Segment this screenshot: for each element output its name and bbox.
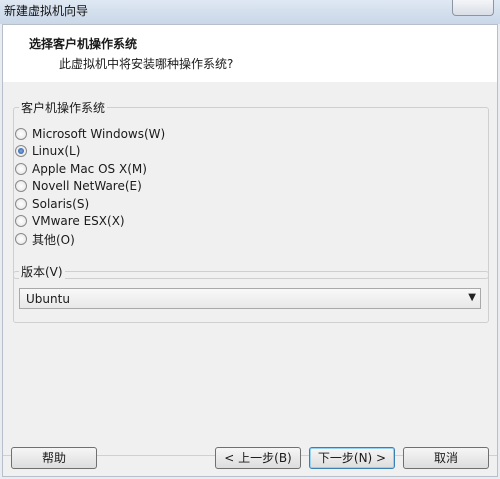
radio-icon	[15, 128, 27, 140]
os-option-radio[interactable]: VMware ESX(X)	[15, 212, 125, 230]
os-option-radio[interactable]: 其他(O)	[15, 230, 75, 248]
header-divider	[3, 81, 497, 82]
help-button[interactable]: 帮助	[11, 447, 97, 469]
os-option-label: Solaris(S)	[32, 197, 90, 211]
os-option-label: VMware ESX(X)	[32, 214, 125, 228]
version-select[interactable]: Ubuntu ▼	[19, 288, 481, 309]
radio-icon	[15, 233, 27, 245]
wizard-body: 选择客户机操作系统 此虚拟机中将安装哪种操作系统? 客户机操作系统 Micros…	[2, 24, 498, 477]
os-option-radio[interactable]: Linux(L)	[15, 142, 80, 160]
os-option-radio[interactable]: Apple Mac OS X(M)	[15, 160, 147, 178]
os-option-label: Microsoft Windows(W)	[32, 127, 166, 141]
window-title: 新建虚拟机向导	[4, 4, 89, 18]
version-select-value: Ubuntu	[26, 292, 70, 306]
page-title: 选择客户机操作系统	[29, 37, 138, 51]
radio-icon	[15, 163, 27, 175]
next-button[interactable]: 下一步(N) >	[309, 447, 395, 469]
radio-icon	[15, 198, 27, 210]
radio-icon	[15, 180, 27, 192]
version-group-label: 版本(V)	[19, 263, 65, 280]
radio-selected-icon	[15, 145, 27, 157]
close-button[interactable]	[452, 0, 494, 16]
os-option-label: Apple Mac OS X(M)	[32, 162, 147, 176]
back-button[interactable]: < 上一步(B)	[215, 447, 301, 469]
os-option-radio[interactable]: Novell NetWare(E)	[15, 177, 142, 195]
os-option-label: Novell NetWare(E)	[32, 179, 142, 193]
title-bar: 新建虚拟机向导	[0, 0, 500, 24]
os-option-radio[interactable]: Solaris(S)	[15, 195, 89, 213]
header-panel: 选择客户机操作系统 此虚拟机中将安装哪种操作系统?	[3, 25, 497, 82]
page-subtitle: 此虚拟机中将安装哪种操作系统?	[59, 57, 234, 71]
os-group-label: 客户机操作系统	[19, 99, 108, 116]
cancel-button[interactable]: 取消	[403, 447, 489, 469]
chevron-down-icon: ▼	[468, 292, 476, 303]
os-option-label: Linux(L)	[32, 144, 81, 158]
os-option-radio[interactable]: Microsoft Windows(W)	[15, 125, 165, 143]
radio-icon	[15, 215, 27, 227]
os-option-label: 其他(O)	[32, 232, 75, 247]
